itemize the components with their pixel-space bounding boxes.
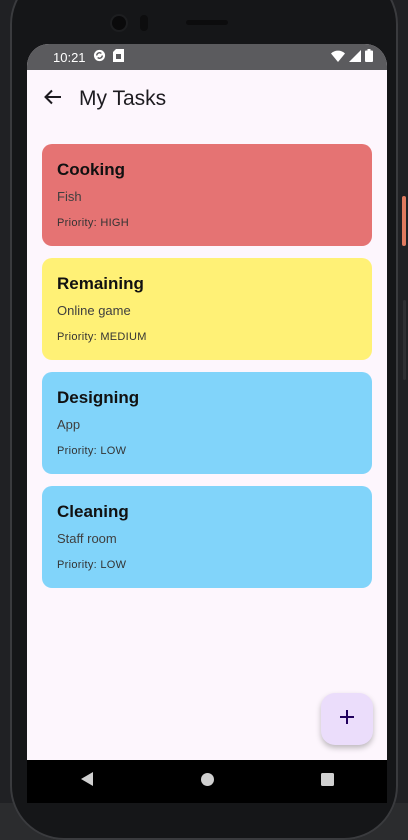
- task-title: Cleaning: [57, 502, 129, 521]
- recents-square-icon: [320, 772, 334, 791]
- sim-card-icon: [112, 49, 124, 65]
- add-task-button[interactable]: [321, 693, 373, 745]
- device-frame: 10:21 My Tasks Cooking Fish Priority: HI…: [0, 0, 408, 840]
- power-button[interactable]: [402, 196, 406, 246]
- front-camera: [112, 16, 126, 30]
- task-priority: Priority: MEDIUM: [57, 331, 147, 343]
- signal-icon: [349, 49, 361, 65]
- battery-icon: [365, 49, 373, 65]
- task-priority: Priority: LOW: [57, 559, 127, 571]
- back-button[interactable]: [33, 79, 73, 119]
- top-app-bar: My Tasks: [27, 70, 387, 128]
- proximity-sensor: [140, 15, 148, 31]
- task-description: Online game: [57, 303, 131, 318]
- back-triangle-icon: [79, 771, 95, 792]
- status-bar: 10:21: [27, 44, 387, 70]
- home-circle-icon: [200, 772, 215, 792]
- task-card-cooking[interactable]: Cooking Fish Priority: HIGH: [42, 144, 372, 246]
- volume-button[interactable]: [403, 300, 406, 380]
- task-card-cleaning[interactable]: Cleaning Staff room Priority: LOW: [42, 486, 372, 588]
- plus-icon: [338, 708, 356, 731]
- task-description: Staff room: [57, 531, 117, 546]
- task-card-designing[interactable]: Designing App Priority: LOW: [42, 372, 372, 474]
- task-description: App: [57, 417, 81, 432]
- system-back-button[interactable]: [67, 762, 107, 802]
- arrow-back-icon: [43, 87, 63, 112]
- task-title: Cooking: [57, 160, 125, 179]
- sync-icon: [93, 49, 106, 65]
- task-priority: Priority: HIGH: [57, 217, 130, 229]
- task-title: Remaining: [57, 274, 144, 293]
- system-recents-button[interactable]: [307, 762, 347, 802]
- task-priority: Priority: LOW: [57, 445, 127, 457]
- task-card-remaining[interactable]: Remaining Online game Priority: MEDIUM: [42, 258, 372, 360]
- page-title: My Tasks: [79, 87, 167, 110]
- task-list: Cooking Fish Priority: HIGH Remaining On…: [42, 144, 372, 600]
- system-home-button[interactable]: [187, 762, 227, 802]
- status-time: 10:21: [53, 49, 86, 65]
- system-nav-bar: [27, 760, 387, 803]
- task-title: Designing: [57, 388, 140, 407]
- earpiece-speaker: [186, 20, 228, 25]
- task-description: Fish: [57, 189, 82, 204]
- wifi-icon: [331, 50, 345, 65]
- screen: 10:21 My Tasks Cooking Fish Priority: HI…: [27, 44, 387, 760]
